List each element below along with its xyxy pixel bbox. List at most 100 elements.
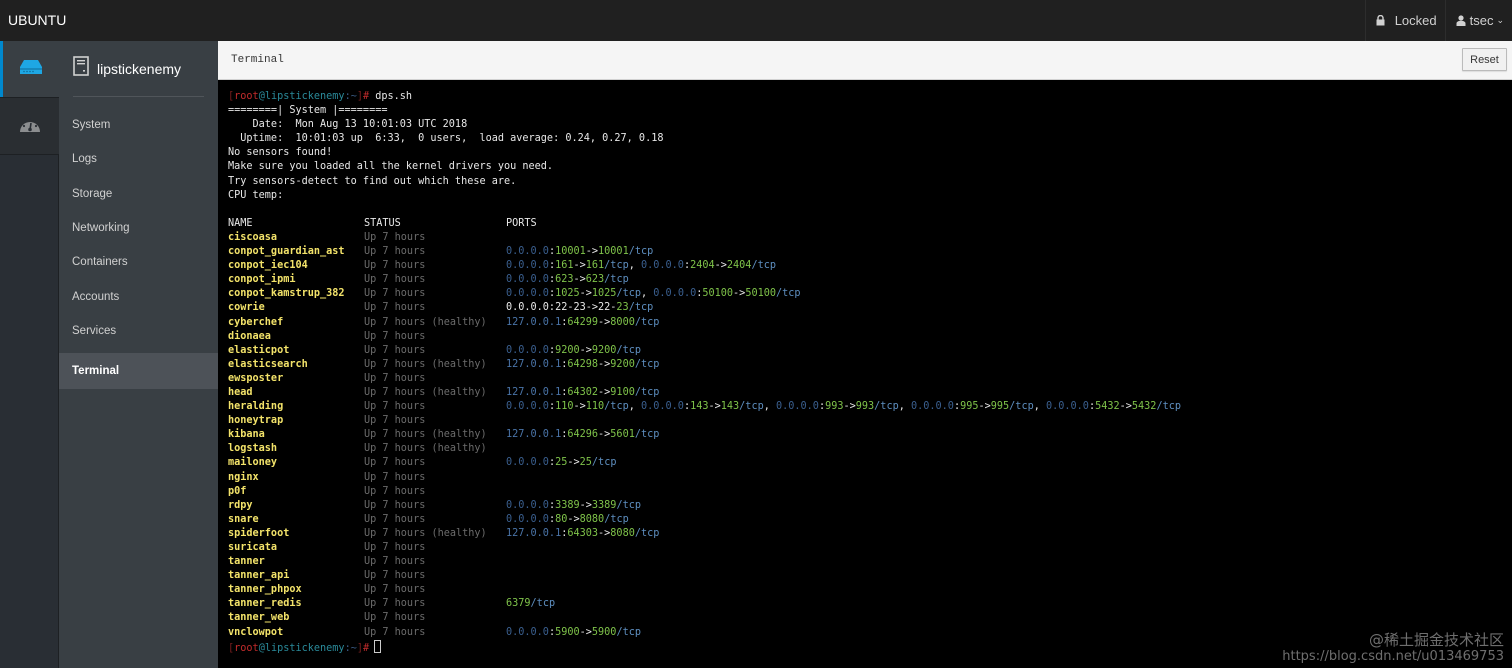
locked-indicator[interactable]: Locked xyxy=(1364,0,1445,41)
container-name: conpot_ipmi xyxy=(228,274,296,286)
user-menu[interactable]: tsec ⌄ xyxy=(1444,0,1512,41)
lock-icon xyxy=(1376,15,1385,26)
column-header-ports: PORTS xyxy=(506,217,537,229)
host-header[interactable]: lipstickenemy xyxy=(73,41,204,97)
container-status: Up 7 hours xyxy=(364,570,426,582)
port-number: 9200 xyxy=(591,344,617,356)
output-line: CPU temp: xyxy=(228,189,1181,203)
port-number: 993 xyxy=(825,401,844,413)
port-arrow: -> xyxy=(714,260,727,272)
container-name: nginx xyxy=(228,471,259,483)
port-number: 10001 xyxy=(555,246,586,258)
sidebar-item-networking[interactable]: Networking xyxy=(59,211,218,245)
container-ports: 127.0.0.1:64296->5601/tcp xyxy=(506,429,659,440)
dashboard-icon xyxy=(19,115,41,138)
port-number: 8080 xyxy=(610,527,635,539)
port-ip: 0.0.0.0 xyxy=(506,344,549,356)
port-number: 143 xyxy=(720,401,740,413)
port-ip: 127.0.0.1 xyxy=(506,386,562,398)
port-arrow: -> xyxy=(567,457,580,469)
port-number: 5900 xyxy=(555,626,580,638)
container-name: conpot_iec104 xyxy=(228,260,308,272)
output-line: No sensors found! xyxy=(228,146,1181,160)
terminal-cursor xyxy=(374,639,382,653)
container-ports: 127.0.0.1:64299->8000/tcp xyxy=(506,317,659,328)
port-number: 8000 xyxy=(610,316,635,328)
sidebar-item-label: Logs xyxy=(72,153,97,166)
port-arrow: -> xyxy=(1119,401,1132,413)
page-header: Terminal Reset xyxy=(218,41,1512,80)
reset-button[interactable]: Reset xyxy=(1462,48,1507,71)
sidebar-item-containers[interactable]: Containers xyxy=(59,245,218,279)
sidebar-item-system[interactable]: System xyxy=(59,108,218,142)
port-ip: 0.0.0.0 xyxy=(506,246,549,258)
column-header-status: STATUS xyxy=(364,217,401,229)
sidebar-item-logs[interactable]: Logs xyxy=(59,142,218,176)
port-ip: 0.0.0.0 xyxy=(506,274,549,286)
sidebar-item-services[interactable]: Services xyxy=(59,314,218,348)
port-proto: /tcp xyxy=(634,527,660,539)
sidebar-item-label: System xyxy=(72,119,111,132)
terminal-output[interactable]: [root@lipstickenemy:~]# dps.sh ========| … xyxy=(228,90,1181,654)
container-ports: 127.0.0.1:64298->9200/tcp xyxy=(506,359,659,370)
port-arrow: -> xyxy=(585,246,599,258)
table-row: conpot_guardian_ast Up 7 hours 0.0.0.0:100… xyxy=(228,245,1181,259)
container-name: tanner_api xyxy=(228,570,290,582)
rail-host-button[interactable] xyxy=(0,41,59,97)
container-ports: 0.0.0.0:623->623/tcp xyxy=(506,274,629,285)
table-row: elasticpot Up 7 hours 0.0.0.0:9200->9200/t… xyxy=(228,344,1181,358)
table-row: vnclowpot Up 7 hours 0.0.0.0:5900->5900/tc… xyxy=(228,626,1181,640)
nav-list: System Logs Storage Networking Container… xyxy=(59,108,218,390)
container-ports: 0.0.0.0:161->161/tcp, 0.0.0.0:2404->2404… xyxy=(506,260,776,271)
port-number: 64298 xyxy=(567,358,599,370)
column-header-name: NAME xyxy=(228,217,253,229)
server-doc-icon xyxy=(73,56,89,81)
container-name: spiderfoot xyxy=(228,527,290,539)
container-ports: 0.0.0.0:3389->3389/tcp xyxy=(506,500,641,511)
locked-label: Locked xyxy=(1394,13,1437,28)
container-status: Up 7 hours xyxy=(364,260,426,272)
port-number: 64296 xyxy=(567,429,599,441)
port-ip: 127.0.0.1 xyxy=(506,316,562,328)
port-proto: /tcp xyxy=(616,344,641,356)
container-status: Up 7 hours xyxy=(364,626,426,638)
container-name: tanner_web xyxy=(228,612,290,624)
user-label: tsec xyxy=(1469,13,1494,28)
port-number: 9100 xyxy=(610,386,635,398)
sidebar-item-accounts[interactable]: Accounts xyxy=(59,279,218,313)
sidebar-item-storage[interactable]: Storage xyxy=(59,177,218,211)
container-name: tanner_phpox xyxy=(228,584,302,596)
container-ports: 0.0.0.0:80->8080/tcp xyxy=(506,514,629,525)
table-row: cowrie Up 7 hours 0.0.0.0:22-23->22-23/tcp xyxy=(228,301,1181,315)
rail-dashboard-button[interactable] xyxy=(0,97,59,155)
port-number: 5432 xyxy=(1131,401,1157,413)
container-ports: 127.0.0.1:64302->9100/tcp xyxy=(506,387,659,398)
port-number: 9200 xyxy=(610,358,635,370)
sidebar-item-label: Accounts xyxy=(72,290,120,303)
output-text: CPU temp: xyxy=(228,189,284,201)
host-rail xyxy=(0,41,59,668)
port-arrow: -> xyxy=(573,274,586,286)
container-status: Up 7 hours xyxy=(364,556,426,568)
port-number: 64299 xyxy=(567,316,599,328)
port-proto: /tcp xyxy=(616,288,641,300)
port-number: 80 xyxy=(555,513,568,525)
port-arrow: -> xyxy=(843,401,856,413)
sidebar-item-terminal[interactable]: Terminal xyxy=(59,353,218,390)
container-ports: 127.0.0.1:64303->8080/tcp xyxy=(506,528,659,539)
container-ports: 0.0.0.0:5900->5900/tcp xyxy=(506,627,641,638)
port-number: 995 xyxy=(990,401,1010,413)
port-number: 25 xyxy=(579,457,592,469)
container-status: Up 7 hours xyxy=(364,457,426,469)
watermark-line-1: @稀土掘金技术社区 xyxy=(1368,631,1504,649)
top-bar: UBUNTU Locked tsec ⌄ xyxy=(0,0,1512,41)
port-proto: /tcp xyxy=(604,260,629,272)
container-ports: 0.0.0.0:9200->9200/tcp xyxy=(506,345,641,356)
table-row: tanner_redis Up 7 hours 6379/tcp xyxy=(228,597,1181,611)
container-ports: 0.0.0.0:25->25/tcp xyxy=(506,457,616,468)
container-name: vnclowpot xyxy=(228,626,284,638)
port-proto: /tcp xyxy=(591,457,617,469)
port-sep: , xyxy=(628,260,641,272)
port-arrow: -> xyxy=(573,401,586,413)
port-arrow: -> xyxy=(579,499,592,511)
